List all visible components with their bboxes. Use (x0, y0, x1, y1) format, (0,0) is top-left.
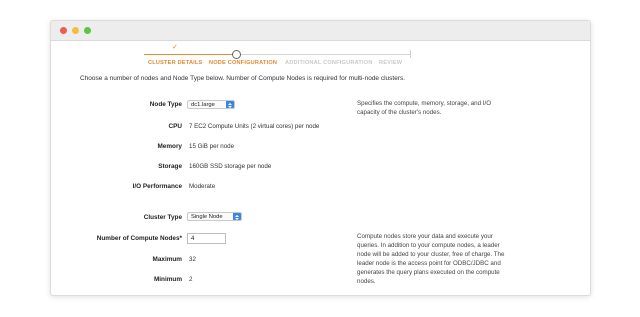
io-performance-label: I/O Performance (132, 183, 182, 190)
minimum-value: 2 (189, 276, 193, 283)
io-performance-value: Moderate (189, 183, 216, 190)
maximize-window-button[interactable] (84, 27, 91, 34)
storage-label: Storage (158, 163, 182, 170)
storage-value: 160GB SSD storage per node (189, 163, 272, 170)
checkmark-icon: ✓ (172, 44, 178, 51)
progress-track-remaining (241, 54, 411, 55)
cpu-value: 7 EC2 Compute Units (2 virtual cores) pe… (189, 123, 320, 130)
select-arrows-icon (233, 213, 241, 220)
current-step-marker (232, 50, 241, 59)
cluster-type-select[interactable]: Single Node (187, 212, 242, 221)
compute-nodes-input[interactable]: 4 (187, 233, 226, 244)
page-description: Choose a number of nodes and Node Type b… (80, 75, 406, 82)
cluster-type-value: Single Node (191, 214, 223, 220)
window-titlebar (51, 21, 590, 41)
wizard-progress: ✓ CLUSTER DETAILS NODE CONFIGURATION ADD… (51, 40, 590, 70)
maximum-label: Maximum (152, 256, 182, 263)
progress-track-complete (144, 54, 233, 55)
cpu-label: CPU (168, 123, 183, 130)
maximum-value: 32 (189, 256, 196, 263)
node-type-select[interactable]: dc1.large (187, 100, 235, 109)
minimize-window-button[interactable] (72, 27, 79, 34)
memory-label: Memory (157, 143, 182, 150)
select-arrows-icon (226, 101, 234, 108)
node-type-help: Specifies the compute, memory, storage, … (357, 100, 492, 117)
cluster-type-label: Cluster Type (143, 214, 182, 221)
progress-end-marker (410, 50, 411, 58)
step-review: REVIEW (379, 60, 403, 66)
step-node-configuration[interactable]: NODE CONFIGURATION (209, 60, 277, 66)
minimum-label: Minimum (153, 276, 182, 283)
compute-nodes-label: Number of Compute Nodes* (96, 235, 182, 242)
step-additional-configuration: ADDITIONAL CONFIGURATION (285, 60, 373, 66)
node-type-label: Node Type (149, 101, 182, 108)
node-type-value: dc1.large (191, 102, 215, 108)
browser-window: ✓ CLUSTER DETAILS NODE CONFIGURATION ADD… (50, 20, 591, 296)
compute-nodes-help: Compute nodes store your data and execut… (357, 233, 505, 286)
memory-value: 15 GiB per node (189, 143, 235, 150)
close-window-button[interactable] (60, 27, 67, 34)
step-cluster-details[interactable]: CLUSTER DETAILS (148, 60, 202, 66)
